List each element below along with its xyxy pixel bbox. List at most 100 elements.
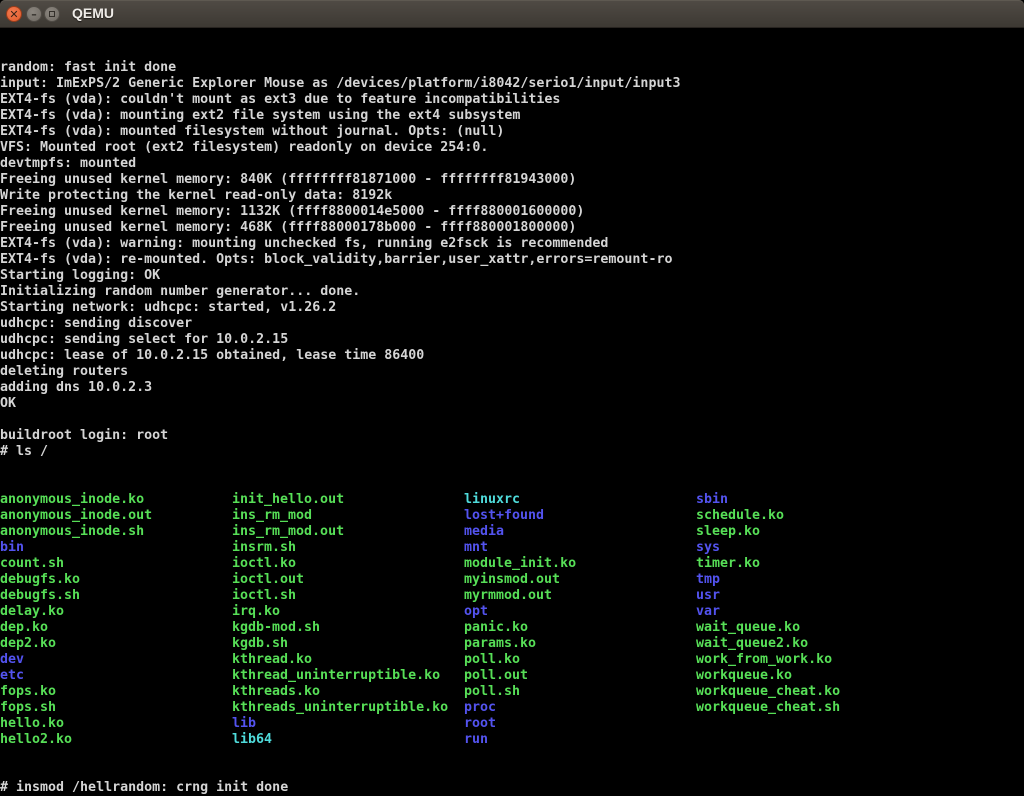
- ls-entry: anonymous_inode.out: [0, 508, 152, 524]
- ls-entry: poll.sh: [464, 684, 576, 700]
- ls-entry: lost+found: [464, 508, 576, 524]
- ls-entry: kthread_uninterruptible.ko: [232, 668, 448, 684]
- ls-entry: media: [464, 524, 576, 540]
- ls-entry: var: [696, 604, 840, 620]
- terminal-line: [0, 412, 1024, 428]
- ls-entry: dep.ko: [0, 620, 152, 636]
- maximize-icon: [49, 11, 55, 17]
- ls-entry: init_hello.out: [232, 492, 448, 508]
- ls-column: anonymous_inode.koanonymous_inode.outano…: [0, 492, 152, 748]
- terminal-line: random: fast init done: [0, 60, 1024, 76]
- ls-entry: kthread.ko: [232, 652, 448, 668]
- ls-entry: insrm.sh: [232, 540, 448, 556]
- minimize-button[interactable]: –: [26, 6, 42, 22]
- ls-column: linuxrclost+foundmediamntmodule_init.kom…: [464, 492, 576, 748]
- ls-entry: fops.sh: [0, 700, 152, 716]
- ls-entry: ioctl.sh: [232, 588, 448, 604]
- terminal-line: Starting network: udhcpc: started, v1.26…: [0, 300, 1024, 316]
- ls-entry: workqueue.ko: [696, 668, 840, 684]
- terminal-line: OK: [0, 396, 1024, 412]
- ls-entry: workqueue_cheat.sh: [696, 700, 840, 716]
- ls-entry: kgdb.sh: [232, 636, 448, 652]
- terminal-line: buildroot login: root: [0, 428, 1024, 444]
- ls-entry: bin: [0, 540, 152, 556]
- terminal-line: EXT4-fs (vda): mounted filesystem withou…: [0, 124, 1024, 140]
- ls-entry: irq.ko: [232, 604, 448, 620]
- maximize-button[interactable]: [44, 6, 60, 22]
- ls-entry: root: [464, 716, 576, 732]
- ls-entry: ins_rm_mod: [232, 508, 448, 524]
- ls-entry: etc: [0, 668, 152, 684]
- ls-entry: work_from_work.ko: [696, 652, 840, 668]
- ls-entry: hello2.ko: [0, 732, 152, 748]
- ls-entry: anonymous_inode.sh: [0, 524, 152, 540]
- ls-entry: kthreads.ko: [232, 684, 448, 700]
- ls-entry: wait_queue.ko: [696, 620, 840, 636]
- terminal-line: EXT4-fs (vda): couldn't mount as ext3 du…: [0, 92, 1024, 108]
- ls-entry: proc: [464, 700, 576, 716]
- window-titlebar: ✕ – QEMU: [0, 0, 1024, 28]
- ls-entry: sbin: [696, 492, 840, 508]
- terminal-line: EXT4-fs (vda): re-mounted. Opts: block_v…: [0, 252, 1024, 268]
- terminal-line: Freeing unused kernel memory: 468K (ffff…: [0, 220, 1024, 236]
- ls-entry: mnt: [464, 540, 576, 556]
- ls-entry: opt: [464, 604, 576, 620]
- terminal-line: # insmod /hellrandom: crng init done: [0, 780, 1024, 796]
- ls-entry: dep2.ko: [0, 636, 152, 652]
- boot-log: random: fast init doneinput: ImExPS/2 Ge…: [0, 60, 1024, 460]
- ls-entry: params.ko: [464, 636, 576, 652]
- shell-log: # insmod /hellrandom: crng init done# in…: [0, 780, 1024, 796]
- terminal-line: deleting routers: [0, 364, 1024, 380]
- terminal-line: VFS: Mounted root (ext2 filesystem) read…: [0, 140, 1024, 156]
- ls-entry: count.sh: [0, 556, 152, 572]
- ls-entry: sys: [696, 540, 840, 556]
- ls-entry: kthreads_uninterruptible.ko: [232, 700, 448, 716]
- ls-entry: anonymous_inode.ko: [0, 492, 152, 508]
- ls-entry: workqueue_cheat.ko: [696, 684, 840, 700]
- ls-column: sbinschedule.kosleep.kosystimer.kotmpusr…: [696, 492, 840, 716]
- terminal-line: Initializing random number generator... …: [0, 284, 1024, 300]
- ls-entry: wait_queue2.ko: [696, 636, 840, 652]
- window-title: QEMU: [72, 0, 114, 28]
- terminal-line: # ls /: [0, 444, 1024, 460]
- terminal-line: Write protecting the kernel read-only da…: [0, 188, 1024, 204]
- terminal-line: Starting logging: OK: [0, 268, 1024, 284]
- terminal-line: udhcpc: lease of 10.0.2.15 obtained, lea…: [0, 348, 1024, 364]
- terminal-line: udhcpc: sending discover: [0, 316, 1024, 332]
- ls-entry: fops.ko: [0, 684, 152, 700]
- terminal-line: devtmpfs: mounted: [0, 156, 1024, 172]
- terminal-line: udhcpc: sending select for 10.0.2.15: [0, 332, 1024, 348]
- ls-entry: debugfs.ko: [0, 572, 152, 588]
- ls-entry: dev: [0, 652, 152, 668]
- ls-entry: sleep.ko: [696, 524, 840, 540]
- terminal-line: adding dns 10.0.2.3: [0, 380, 1024, 396]
- terminal-line: EXT4-fs (vda): mounting ext2 file system…: [0, 108, 1024, 124]
- ls-entry: poll.ko: [464, 652, 576, 668]
- ls-entry: delay.ko: [0, 604, 152, 620]
- ls-entry: hello.ko: [0, 716, 152, 732]
- ls-entry: poll.out: [464, 668, 576, 684]
- qemu-window: ✕ – QEMU random: fast init doneinput: Im…: [0, 0, 1024, 796]
- ls-entry: module_init.ko: [464, 556, 576, 572]
- ls-entry: lib: [232, 716, 448, 732]
- ls-output: anonymous_inode.koanonymous_inode.outano…: [0, 492, 1024, 748]
- ls-entry: ins_rm_mod.out: [232, 524, 448, 540]
- terminal-line: Freeing unused kernel memory: 840K (ffff…: [0, 172, 1024, 188]
- ls-entry: ioctl.ko: [232, 556, 448, 572]
- ls-entry: debugfs.sh: [0, 588, 152, 604]
- ls-entry: timer.ko: [696, 556, 840, 572]
- close-button[interactable]: ✕: [6, 6, 22, 22]
- ls-entry: ioctl.out: [232, 572, 448, 588]
- ls-entry: panic.ko: [464, 620, 576, 636]
- close-icon: ✕: [9, 9, 18, 20]
- terminal-line: EXT4-fs (vda): warning: mounting uncheck…: [0, 236, 1024, 252]
- ls-entry: tmp: [696, 572, 840, 588]
- ls-column: init_hello.outins_rm_modins_rm_mod.outin…: [232, 492, 448, 748]
- terminal-screen[interactable]: random: fast init doneinput: ImExPS/2 Ge…: [0, 28, 1024, 796]
- ls-entry: usr: [696, 588, 840, 604]
- ls-entry: linuxrc: [464, 492, 576, 508]
- ls-entry: myinsmod.out: [464, 572, 576, 588]
- ls-entry: run: [464, 732, 576, 748]
- minimize-icon: –: [31, 9, 37, 20]
- terminal-line: Freeing unused kernel memory: 1132K (fff…: [0, 204, 1024, 220]
